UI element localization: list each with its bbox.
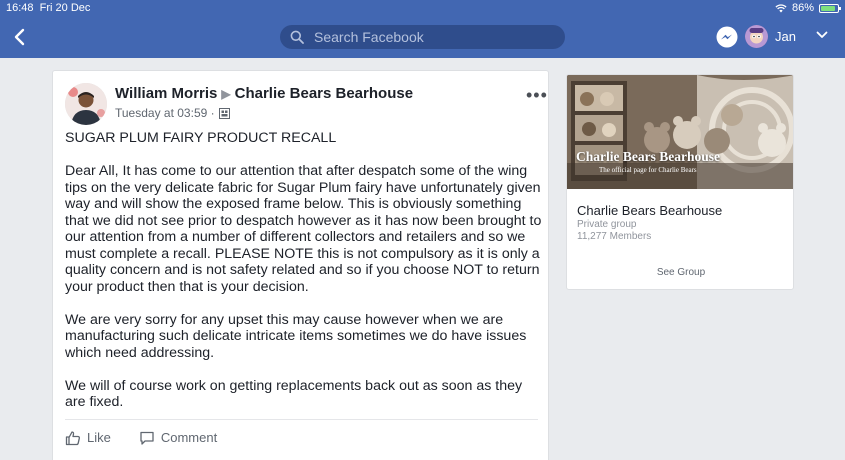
back-chevron-icon[interactable] — [10, 26, 30, 48]
post-timestamp[interactable]: Tuesday at 03:59 · — [115, 106, 215, 120]
like-label: Like — [87, 430, 111, 445]
chevron-down-icon[interactable] — [816, 29, 828, 41]
post-paragraph: We will of course work on getting replac… — [65, 377, 523, 411]
user-name[interactable]: Jan — [775, 29, 796, 44]
search-icon — [290, 30, 304, 44]
post-header: William Morris ▶ Charlie Bears Bearhouse — [115, 85, 413, 102]
group-member-count: 11,277 Members — [577, 231, 652, 242]
group-cover-image[interactable]: Charlie Bears Bearhouse The official pag… — [567, 75, 793, 189]
status-bar: 16:48 Fri 20 Dec 86% — [0, 0, 845, 16]
cover-title: Charlie Bears Bearhouse — [576, 149, 720, 164]
post-body: SUGAR PLUM FAIRY PRODUCT RECALL Dear All… — [65, 130, 543, 427]
post-paragraph: Dear All, It has come to our attention t… — [65, 163, 542, 295]
post-card: William Morris ▶ Charlie Bears Bearhouse… — [52, 70, 549, 460]
status-time: 16:48 Fri 20 Dec — [6, 2, 91, 14]
messenger-icon[interactable] — [716, 26, 738, 48]
group-link[interactable]: Charlie Bears Bearhouse — [235, 85, 413, 102]
right-triangle-icon: ▶ — [221, 86, 231, 101]
author-name[interactable]: William Morris — [115, 85, 217, 102]
search-bar[interactable]: Search Facebook — [280, 25, 565, 49]
battery-percent: 86% — [791, 2, 814, 14]
search-input[interactable]: Search Facebook — [314, 29, 424, 45]
author-photo — [65, 83, 107, 125]
author-avatar[interactable] — [65, 83, 107, 125]
group-privacy-icon — [218, 107, 230, 119]
user-avatar[interactable] — [745, 25, 768, 48]
post-title: SUGAR PLUM FAIRY PRODUCT RECALL — [65, 130, 337, 146]
cover-subtitle: The official page for Charlie Bears — [599, 166, 697, 174]
more-options-icon[interactable]: ••• — [526, 85, 548, 106]
see-group-button[interactable]: See Group — [567, 267, 793, 278]
avatar-image — [745, 25, 768, 48]
group-privacy: Private group — [577, 219, 637, 230]
wifi-icon — [775, 3, 787, 12]
post-meta: Tuesday at 03:59 · — [115, 106, 230, 120]
comment-label: Comment — [160, 430, 218, 445]
group-card[interactable]: Charlie Bears Bearhouse The official pag… — [566, 74, 794, 290]
thumbs-up-icon — [65, 430, 80, 445]
group-name[interactable]: Charlie Bears Bearhouse — [577, 203, 722, 218]
like-button[interactable]: Like — [65, 430, 111, 446]
top-nav-bar: Search Facebook Jan — [0, 16, 845, 58]
comment-button[interactable]: Comment — [139, 430, 217, 446]
post-actions: Like Comment — [65, 419, 538, 455]
battery-icon — [819, 3, 841, 13]
status-right: 86% — [775, 2, 841, 14]
comment-icon — [140, 431, 154, 445]
post-paragraph: We are very sorry for any upset this may… — [65, 311, 527, 361]
